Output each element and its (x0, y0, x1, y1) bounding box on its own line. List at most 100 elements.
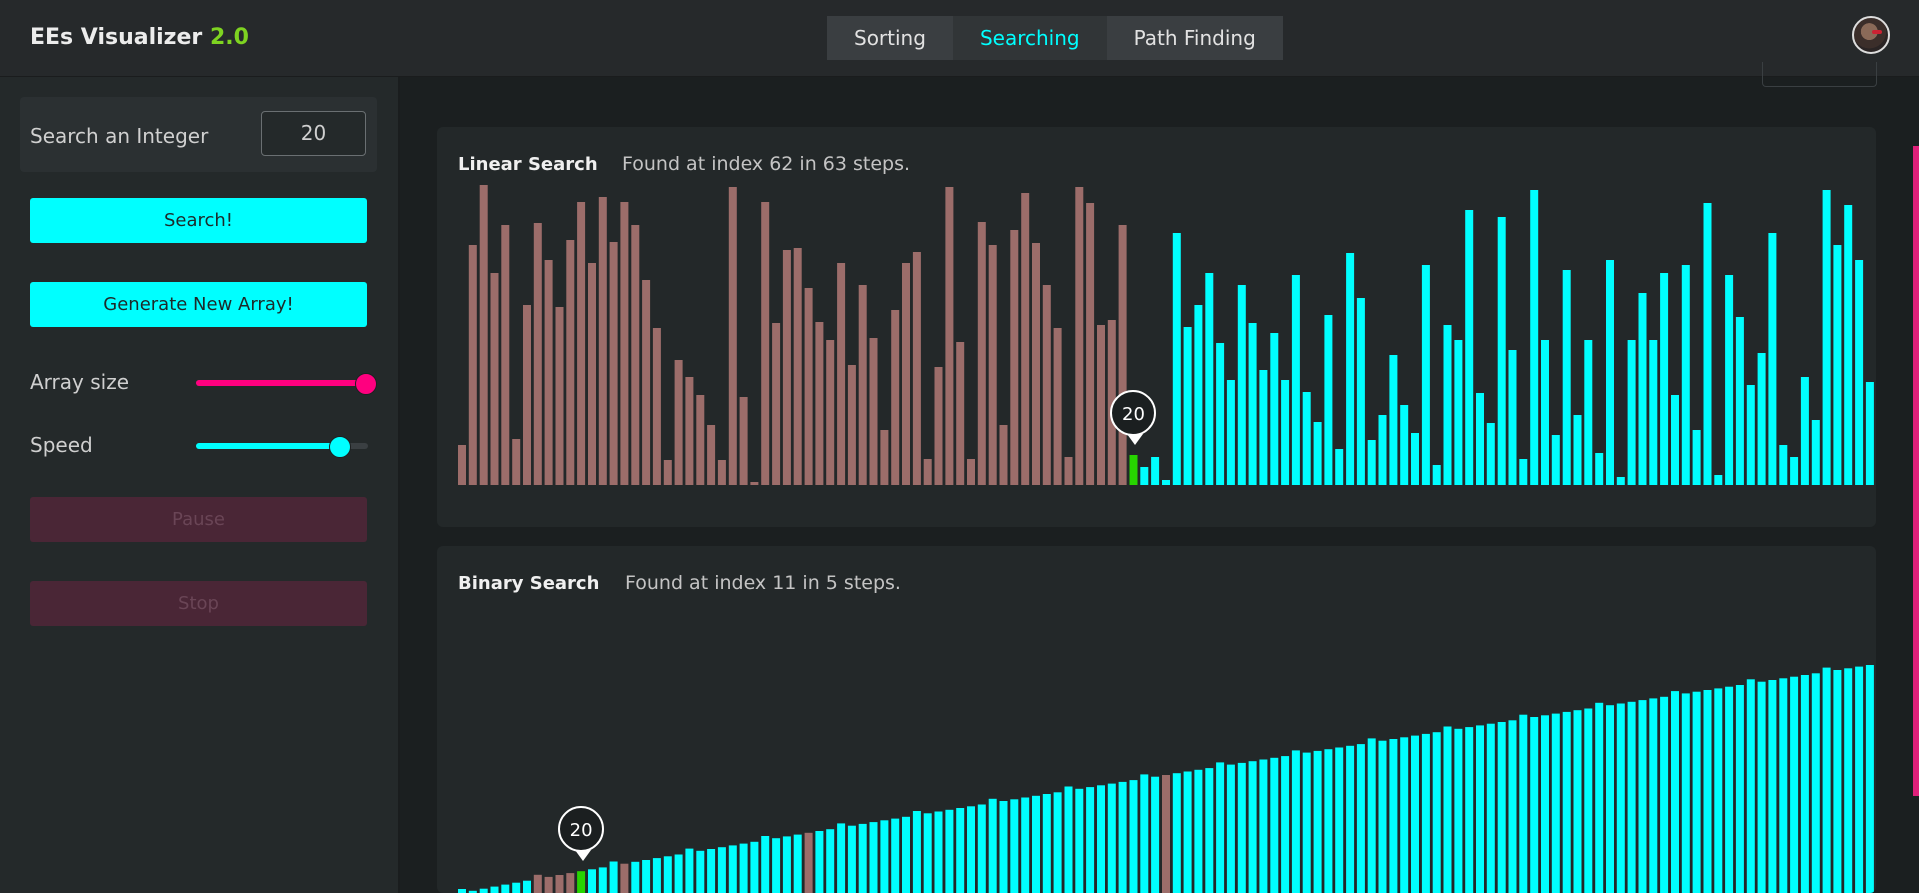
search-button[interactable]: Search! (30, 198, 367, 243)
array-bar (1248, 323, 1257, 485)
array-bar (912, 811, 921, 893)
array-bar (1660, 273, 1669, 485)
speed-handle[interactable] (328, 436, 351, 458)
tab-path-finding[interactable]: Path Finding (1106, 16, 1283, 60)
stop-button[interactable]: Stop (30, 581, 367, 626)
array-bar (652, 858, 661, 893)
user-avatar[interactable] (1852, 16, 1890, 54)
array-bar (1324, 315, 1333, 485)
array-bar (891, 818, 900, 893)
array-bar (1833, 245, 1842, 485)
array-bar (1281, 756, 1290, 893)
array-bar (1768, 680, 1777, 893)
array-bar (1216, 762, 1225, 893)
array-bar (523, 880, 531, 893)
array-bar (1649, 340, 1658, 485)
array-bar (609, 861, 618, 893)
array-bar (869, 338, 878, 485)
array-bar (728, 187, 737, 485)
array-bar (1194, 769, 1203, 893)
array-bar (1432, 465, 1441, 485)
array-bar (739, 397, 748, 485)
array-bar (880, 820, 889, 893)
array-bar (1486, 423, 1495, 485)
array-bar (1183, 771, 1192, 893)
search-integer-input[interactable]: 20 (261, 111, 366, 156)
array-bar (1844, 668, 1853, 893)
array-bar (1064, 457, 1073, 485)
array-bar (1573, 710, 1582, 893)
algorithm-tabs: Sorting Searching Path Finding (827, 16, 1283, 60)
tab-searching[interactable]: Searching (952, 16, 1107, 60)
array-bar (717, 847, 726, 893)
array-bar (772, 323, 781, 485)
tab-sorting[interactable]: Sorting (827, 16, 953, 60)
array-bar (1270, 757, 1279, 893)
array-bar (1865, 382, 1874, 485)
array-bar (544, 260, 553, 485)
array-bar (1064, 786, 1073, 893)
array-bar (858, 823, 867, 893)
array-bar (988, 798, 997, 893)
avatar-detail (1872, 30, 1882, 34)
array-bar (1476, 393, 1484, 485)
array-bar (1692, 691, 1701, 893)
array-bar (1486, 723, 1495, 893)
array-bar (1107, 783, 1116, 893)
array-bar (598, 867, 607, 893)
array-bar (1400, 405, 1409, 485)
array-bar (1086, 787, 1095, 893)
array-size-handle[interactable] (354, 373, 377, 395)
array-bar (1573, 415, 1582, 485)
array-size-slider[interactable] (196, 373, 377, 395)
array-bar (588, 263, 596, 485)
array-bar (1042, 285, 1051, 485)
array-bar (663, 460, 672, 485)
array-bar (479, 888, 488, 893)
array-bar (1800, 377, 1809, 485)
array-bar (674, 854, 683, 893)
array-bar (923, 813, 932, 893)
array-bar (1844, 205, 1853, 485)
array-bar (1681, 265, 1690, 485)
app-brand[interactable]: EEs Visualizer 2.0 (30, 25, 249, 50)
array-bar (1281, 380, 1290, 485)
array-bar (1790, 457, 1799, 485)
array-bar (847, 825, 856, 893)
speed-slider[interactable] (196, 436, 368, 458)
array-bar (1162, 775, 1170, 893)
array-bar (631, 225, 640, 485)
search-integer-group: Search an Integer 20 (20, 97, 377, 172)
array-bar (1822, 190, 1831, 485)
array-bar (1638, 700, 1647, 893)
array-bar (956, 808, 965, 893)
array-bar (1151, 776, 1160, 893)
page-scrollbar[interactable] (1913, 146, 1919, 796)
generate-array-button[interactable]: Generate New Array! (30, 282, 367, 327)
array-bar (1811, 420, 1820, 485)
array-bar (620, 202, 629, 485)
array-bar (847, 365, 856, 485)
array-bar (1833, 670, 1842, 893)
array-bar (999, 801, 1008, 893)
array-bar (1086, 203, 1095, 485)
array-bar (837, 263, 846, 485)
array-bar (1075, 788, 1084, 893)
array-bar (1519, 459, 1528, 485)
linear-search-bars (458, 185, 1874, 485)
array-bar (1725, 275, 1734, 485)
array-bar (533, 874, 542, 893)
array-bar (1779, 678, 1788, 893)
array-bar (663, 856, 672, 893)
array-bar (880, 430, 889, 485)
pause-button[interactable]: Pause (30, 497, 367, 542)
array-bar (1335, 449, 1344, 485)
array-bar (566, 240, 575, 485)
array-bar (1703, 690, 1712, 893)
array-bar (620, 863, 629, 893)
array-bar (1032, 243, 1040, 485)
array-bar (685, 377, 694, 485)
array-bar (1378, 415, 1387, 485)
array-bar (977, 804, 986, 893)
array-bar (588, 869, 596, 893)
